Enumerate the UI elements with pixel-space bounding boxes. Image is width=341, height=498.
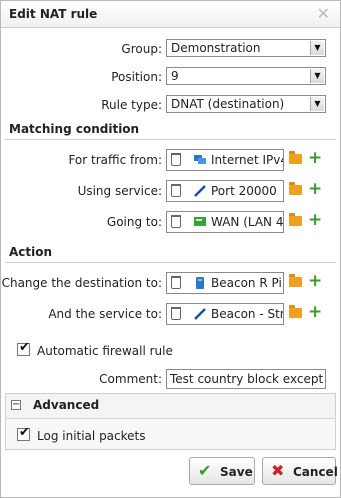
- trash-icon[interactable]: [171, 276, 181, 289]
- edit-nat-rule-dialog: Edit NAT rule ✕ Group: Demonstration ▼ P…: [0, 0, 341, 498]
- trash-icon[interactable]: [171, 153, 181, 166]
- chevron-down-icon: ▼: [310, 97, 324, 111]
- change-service-row: And the service to: Beacon - Stre +: [1, 302, 340, 325]
- group-select[interactable]: Demonstration ▼: [166, 39, 326, 57]
- rule-type-row: Rule type: DNAT (destination) ▼: [1, 95, 340, 117]
- advanced-title: Advanced: [33, 398, 100, 412]
- service-label: Using service:: [77, 184, 162, 198]
- chevron-down-icon: ▼: [310, 69, 324, 83]
- change-service-value: Beacon - Stre: [211, 307, 284, 321]
- group-label: Group:: [121, 42, 162, 56]
- folder-icon[interactable]: [289, 151, 302, 164]
- service-value: Port 20000: [211, 184, 277, 198]
- network-icon: [194, 155, 206, 164]
- save-button[interactable]: ✔ Save: [189, 457, 255, 485]
- add-icon[interactable]: +: [308, 148, 322, 168]
- traffic-from-value: Internet IPv4: [211, 153, 284, 167]
- traffic-from-object[interactable]: Internet IPv4: [166, 149, 284, 171]
- change-destination-row: Change the destination to: Beacon R Pi +: [1, 271, 340, 294]
- save-label: Save: [220, 465, 253, 479]
- advanced-header[interactable]: − Advanced: [6, 394, 335, 419]
- auto-firewall-checkbox[interactable]: ✔: [17, 340, 30, 356]
- folder-icon[interactable]: [289, 182, 302, 195]
- rule-type-select[interactable]: DNAT (destination) ▼: [166, 95, 326, 113]
- position-value: 9: [171, 69, 179, 83]
- add-icon[interactable]: +: [308, 210, 322, 230]
- service-object[interactable]: Port 20000: [166, 180, 284, 202]
- change-destination-object[interactable]: Beacon R Pi: [166, 272, 284, 294]
- comment-input[interactable]: Test country block except: [166, 369, 326, 389]
- comment-row: Comment: Test country block except: [1, 369, 340, 391]
- traffic-from-row: For traffic from: Internet IPv4 +: [1, 148, 340, 171]
- checkmark-icon: ✔: [198, 461, 212, 480]
- folder-icon[interactable]: [289, 305, 302, 318]
- rule-type-value: DNAT (destination): [171, 97, 285, 111]
- change-destination-label: Change the destination to:: [1, 276, 162, 290]
- rule-type-label: Rule type:: [101, 98, 162, 112]
- going-to-label: Going to:: [106, 215, 162, 229]
- checkmark-icon: ✔: [19, 425, 30, 440]
- log-packets-label: Log initial packets: [37, 429, 146, 443]
- service-row: Using service: Port 20000 +: [1, 179, 340, 202]
- change-service-object[interactable]: Beacon - Stre: [166, 303, 284, 325]
- cancel-label: Cancel: [293, 465, 338, 479]
- position-select[interactable]: 9 ▼: [166, 67, 326, 85]
- add-icon[interactable]: +: [308, 271, 322, 291]
- auto-firewall-label: Automatic firewall rule: [37, 344, 173, 358]
- group-value: Demonstration: [171, 41, 261, 55]
- add-icon[interactable]: +: [308, 302, 322, 322]
- comment-label: Comment:: [99, 372, 162, 386]
- going-to-object[interactable]: WAN (LAN 4): [166, 211, 284, 233]
- collapse-icon[interactable]: −: [11, 400, 21, 410]
- cancel-button[interactable]: ✖ Cancel: [262, 457, 338, 485]
- action-heading: Action: [9, 245, 53, 259]
- interface-icon: [194, 217, 206, 226]
- host-icon: [196, 277, 204, 289]
- folder-icon[interactable]: [289, 274, 302, 287]
- position-row: Position: 9 ▼: [1, 67, 340, 89]
- trash-icon[interactable]: [171, 184, 181, 197]
- auto-firewall-row: ✔ Automatic firewall rule: [1, 340, 340, 363]
- divider: [5, 139, 336, 140]
- change-destination-value: Beacon R Pi: [211, 276, 282, 290]
- chevron-down-icon: ▼: [310, 41, 324, 55]
- close-icon: ✖: [271, 461, 285, 480]
- checkmark-icon: ✔: [19, 340, 30, 355]
- log-packets-checkbox[interactable]: ✔: [17, 425, 30, 441]
- service-icon: [194, 185, 206, 197]
- folder-icon[interactable]: [289, 213, 302, 226]
- advanced-panel: − Advanced ✔ Log initial packets: [5, 393, 336, 450]
- trash-icon[interactable]: [171, 307, 181, 320]
- position-label: Position:: [111, 70, 162, 84]
- add-icon[interactable]: +: [308, 179, 322, 199]
- going-to-row: Going to: WAN (LAN 4) +: [1, 210, 340, 233]
- group-row: Group: Demonstration ▼: [1, 39, 340, 61]
- divider: [5, 262, 336, 263]
- going-to-value: WAN (LAN 4): [211, 215, 284, 229]
- dialog-titlebar[interactable]: Edit NAT rule ✕: [1, 1, 340, 28]
- dialog-title: Edit NAT rule: [9, 7, 98, 21]
- service-icon: [194, 308, 206, 320]
- change-service-label: And the service to:: [48, 307, 162, 321]
- close-icon[interactable]: ✕: [317, 4, 330, 23]
- traffic-from-label: For traffic from:: [68, 153, 162, 167]
- matching-condition-heading: Matching condition: [9, 122, 140, 136]
- trash-icon[interactable]: [171, 215, 181, 228]
- comment-value: Test country block except: [170, 372, 324, 386]
